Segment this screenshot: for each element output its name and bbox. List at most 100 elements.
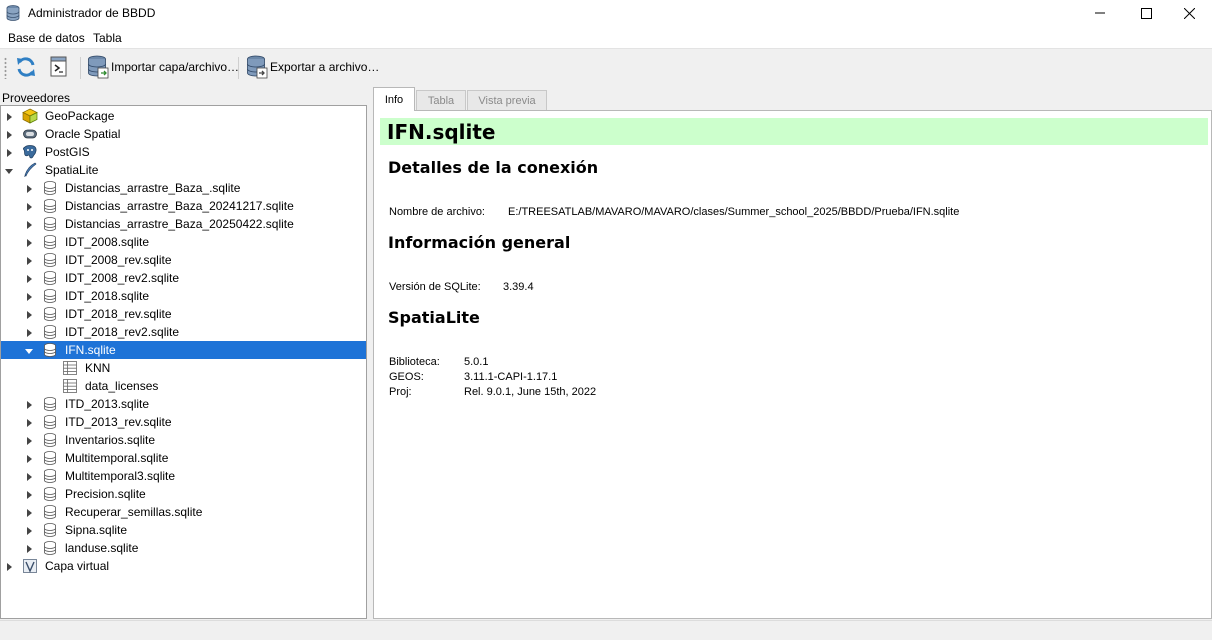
status-bar xyxy=(0,620,1212,640)
sqlite-version-label: Versión de SQLite: xyxy=(389,281,481,293)
tree-item[interactable]: data_licenses xyxy=(1,377,366,395)
chevron-right-icon[interactable] xyxy=(24,219,34,229)
chevron-right-icon[interactable] xyxy=(24,201,34,211)
tree-item[interactable]: landuse.sqlite xyxy=(1,539,366,557)
tree-item[interactable]: Capa virtual xyxy=(1,557,366,575)
tab-tabla[interactable]: Tabla xyxy=(416,90,466,110)
close-button[interactable] xyxy=(1166,0,1212,26)
chevron-right-icon[interactable] xyxy=(4,111,14,121)
tree-item[interactable]: IFN.sqlite xyxy=(1,341,366,359)
chevron-right-icon[interactable] xyxy=(24,543,34,553)
tree-item-label: SpatiaLite xyxy=(45,163,99,177)
minimize-button[interactable] xyxy=(1077,0,1123,26)
tree-item-label: Distancias_arrastre_Baza_20241217.sqlite xyxy=(65,199,294,213)
library-label: Biblioteca: xyxy=(389,356,440,368)
tree-item[interactable]: Multitemporal.sqlite xyxy=(1,449,366,467)
database-icon xyxy=(42,288,58,304)
chevron-right-icon[interactable] xyxy=(24,183,34,193)
chevron-right-icon[interactable] xyxy=(24,255,34,265)
chevron-right-icon[interactable] xyxy=(24,525,34,535)
toolbar-separator xyxy=(80,57,81,79)
database-icon xyxy=(42,324,58,340)
tree-item-label: Recuperar_semillas.sqlite xyxy=(65,505,203,519)
tree-item[interactable]: IDT_2008_rev.sqlite xyxy=(1,251,366,269)
sql-window-button[interactable] xyxy=(48,54,70,80)
chevron-right-icon[interactable] xyxy=(4,561,14,571)
tree-item[interactable]: IDT_2018_rev.sqlite xyxy=(1,305,366,323)
filename-value: E:/TREESATLAB/MAVARO/MAVARO/clases/Summe… xyxy=(508,206,960,218)
chevron-right-icon[interactable] xyxy=(24,471,34,481)
tree-item-label: PostGIS xyxy=(45,145,90,159)
window-title: Administrador de BBDD xyxy=(28,6,156,20)
providers-panel: Proveedores GeoPackage Oracle Spatial Post… xyxy=(0,88,368,619)
chevron-right-icon[interactable] xyxy=(24,507,34,517)
menu-base-de-datos[interactable]: Base de datos xyxy=(8,31,85,45)
general-heading: Información general xyxy=(388,233,571,252)
tree-item[interactable]: Distancias_arrastre_Baza_.sqlite xyxy=(1,179,366,197)
tree-item[interactable]: ITD_2013.sqlite xyxy=(1,395,366,413)
tree-item-label: IDT_2008_rev.sqlite xyxy=(65,253,172,267)
providers-tree[interactable]: GeoPackage Oracle Spatial PostGIS SpatiaLit… xyxy=(0,105,367,619)
chevron-right-icon[interactable] xyxy=(24,309,34,319)
chevron-down-icon[interactable] xyxy=(24,345,34,355)
tree-item-label: Multitemporal3.sqlite xyxy=(65,469,176,483)
title-bar: Administrador de BBDD xyxy=(0,0,1212,26)
info-title: IFN.sqlite xyxy=(387,120,496,144)
postgis-icon xyxy=(22,144,38,160)
chevron-right-icon[interactable] xyxy=(24,435,34,445)
tree-item[interactable]: IDT_2008.sqlite xyxy=(1,233,366,251)
geos-label: GEOS: xyxy=(389,371,424,383)
database-icon xyxy=(42,432,58,448)
chevron-right-icon[interactable] xyxy=(24,399,34,409)
sqlite-version-value: 3.39.4 xyxy=(503,281,534,293)
tree-item[interactable]: Recuperar_semillas.sqlite xyxy=(1,503,366,521)
tree-item[interactable]: PostGIS xyxy=(1,143,366,161)
tree-item-label: Distancias_arrastre_Baza_20250422.sqlite xyxy=(65,217,294,231)
database-icon xyxy=(42,252,58,268)
chevron-right-icon[interactable] xyxy=(4,147,14,157)
tree-item[interactable]: KNN xyxy=(1,359,366,377)
database-icon xyxy=(42,234,58,250)
database-icon xyxy=(42,522,58,538)
export-file-button[interactable]: Exportar a archivo… xyxy=(246,54,379,80)
chevron-right-icon[interactable] xyxy=(24,291,34,301)
tree-item[interactable]: Multitemporal3.sqlite xyxy=(1,467,366,485)
tree-item-label: Capa virtual xyxy=(45,559,110,573)
tree-item-label: IDT_2018.sqlite xyxy=(65,289,150,303)
tree-item[interactable]: Oracle Spatial xyxy=(1,125,366,143)
tree-item-label: ITD_2013.sqlite xyxy=(65,397,150,411)
chevron-right-icon[interactable] xyxy=(24,273,34,283)
tree-item[interactable]: IDT_2008_rev2.sqlite xyxy=(1,269,366,287)
tree-item[interactable]: GeoPackage xyxy=(1,107,366,125)
tree-item[interactable]: SpatiaLite xyxy=(1,161,366,179)
chevron-right-icon[interactable] xyxy=(24,489,34,499)
tree-item[interactable]: Distancias_arrastre_Baza_20241217.sqlite xyxy=(1,197,366,215)
maximize-button[interactable] xyxy=(1123,0,1169,26)
menu-tabla[interactable]: Tabla xyxy=(93,31,122,45)
database-icon xyxy=(42,450,58,466)
tree-item[interactable]: IDT_2018.sqlite xyxy=(1,287,366,305)
refresh-icon xyxy=(17,57,35,77)
tab-vista-previa[interactable]: Vista previa xyxy=(467,90,547,110)
tree-item-label: IDT_2018_rev.sqlite xyxy=(65,307,172,321)
spatialite-icon xyxy=(22,162,38,178)
refresh-button[interactable] xyxy=(14,54,38,80)
tree-item[interactable]: ITD_2013_rev.sqlite xyxy=(1,413,366,431)
tab-info[interactable]: Info xyxy=(373,87,415,111)
chevron-right-icon[interactable] xyxy=(24,327,34,337)
tree-item-label: Precision.sqlite xyxy=(65,487,146,501)
toolbar-grip[interactable] xyxy=(4,57,7,79)
chevron-right-icon[interactable] xyxy=(4,129,14,139)
tree-item-label: KNN xyxy=(85,361,111,375)
tree-item[interactable]: Precision.sqlite xyxy=(1,485,366,503)
tree-item[interactable]: IDT_2018_rev2.sqlite xyxy=(1,323,366,341)
import-layer-button[interactable]: Importar capa/archivo… xyxy=(87,54,239,80)
tree-item[interactable]: Inventarios.sqlite xyxy=(1,431,366,449)
tree-item[interactable]: Distancias_arrastre_Baza_20250422.sqlite xyxy=(1,215,366,233)
chevron-right-icon[interactable] xyxy=(24,453,34,463)
chevron-right-icon[interactable] xyxy=(24,237,34,247)
tree-item[interactable]: Sipna.sqlite xyxy=(1,521,366,539)
chevron-down-icon[interactable] xyxy=(4,165,14,175)
database-icon xyxy=(42,180,58,196)
chevron-right-icon[interactable] xyxy=(24,417,34,427)
